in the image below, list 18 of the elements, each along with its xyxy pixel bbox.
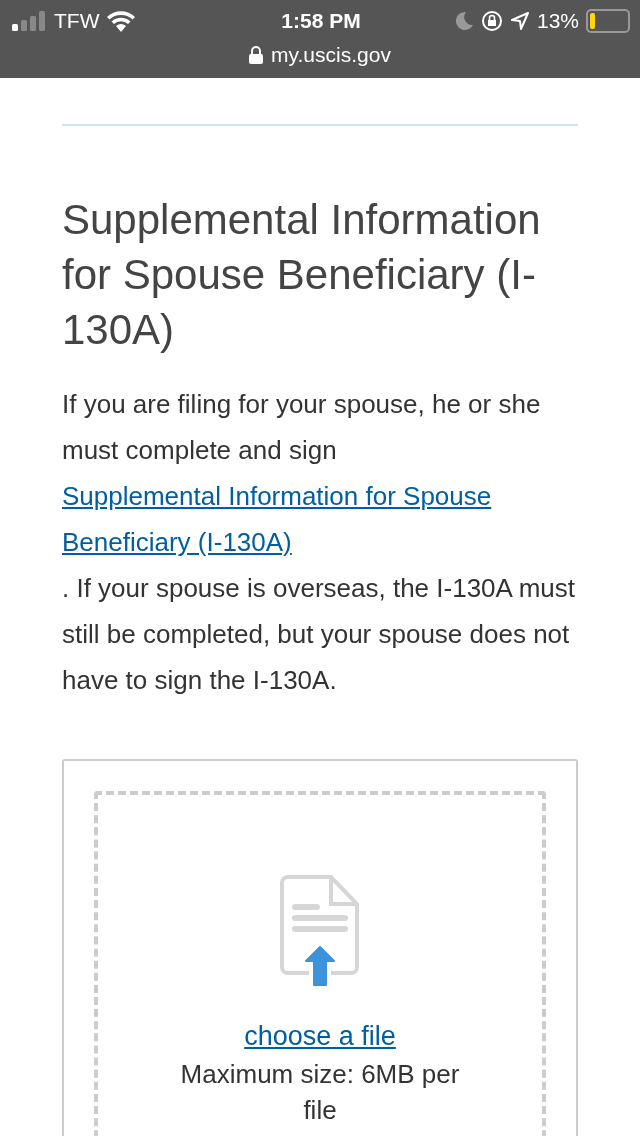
instructions-paragraph: If you are filing for your spouse, he or she must complete and sign Supplemental Information for Spouse Beneficiary (I-130A) . If your spouse is overseas, the I-130A must still be completed, but your spouse does not have to sign the I-130A. <box>62 388 578 697</box>
address-url[interactable]: my.uscis.gov <box>271 43 391 67</box>
rotation-lock-icon <box>480 10 503 32</box>
clock-time: 1:58 PM <box>281 9 361 33</box>
lock-icon <box>249 46 264 64</box>
moon-icon <box>453 11 474 31</box>
location-arrow-icon <box>509 11 530 31</box>
battery-percent: 13% <box>536 9 579 33</box>
size-limit-note: Maximum size: 6MB per file <box>179 1058 461 1127</box>
choose-file-link[interactable]: choose a file <box>244 1021 396 1052</box>
signal-icon <box>12 11 46 31</box>
carrier-name: TFW <box>54 9 100 33</box>
form-link[interactable]: Supplemental Information for Spouse Beneficiary (I-130A) <box>62 473 578 565</box>
wifi-icon <box>107 10 136 32</box>
document-upload-icon <box>280 875 360 989</box>
battery-icon <box>586 9 630 33</box>
section-heading: Supplemental Information for Spouse Beneficiary (I-130A) <box>62 195 542 355</box>
drop-zone[interactable]: choose a file Maximum size: 6MB per file <box>94 791 546 1136</box>
